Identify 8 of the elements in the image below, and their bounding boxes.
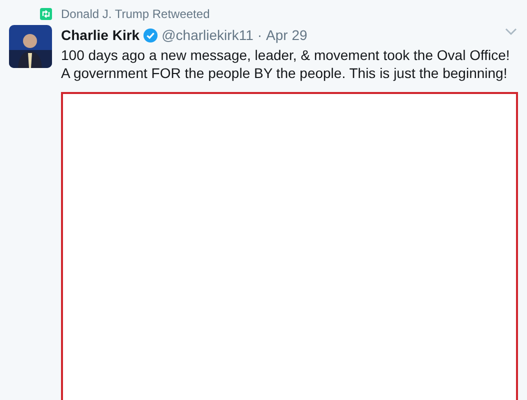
retweet-icon (40, 8, 52, 20)
avatar[interactable] (9, 25, 52, 68)
separator: · (257, 26, 262, 44)
author-handle[interactable]: @charliekirk11 (162, 24, 254, 46)
tweet-text: 100 days ago a new message, leader, & movement took the Oval Office! A government FOR the people BY the people. This is just the beginning! (61, 46, 511, 82)
retweet-label: Donald J. Trump Retweeted (61, 6, 210, 22)
author-name[interactable]: Charlie Kirk (61, 24, 140, 46)
tweet-date[interactable]: Apr 29 (266, 24, 308, 46)
